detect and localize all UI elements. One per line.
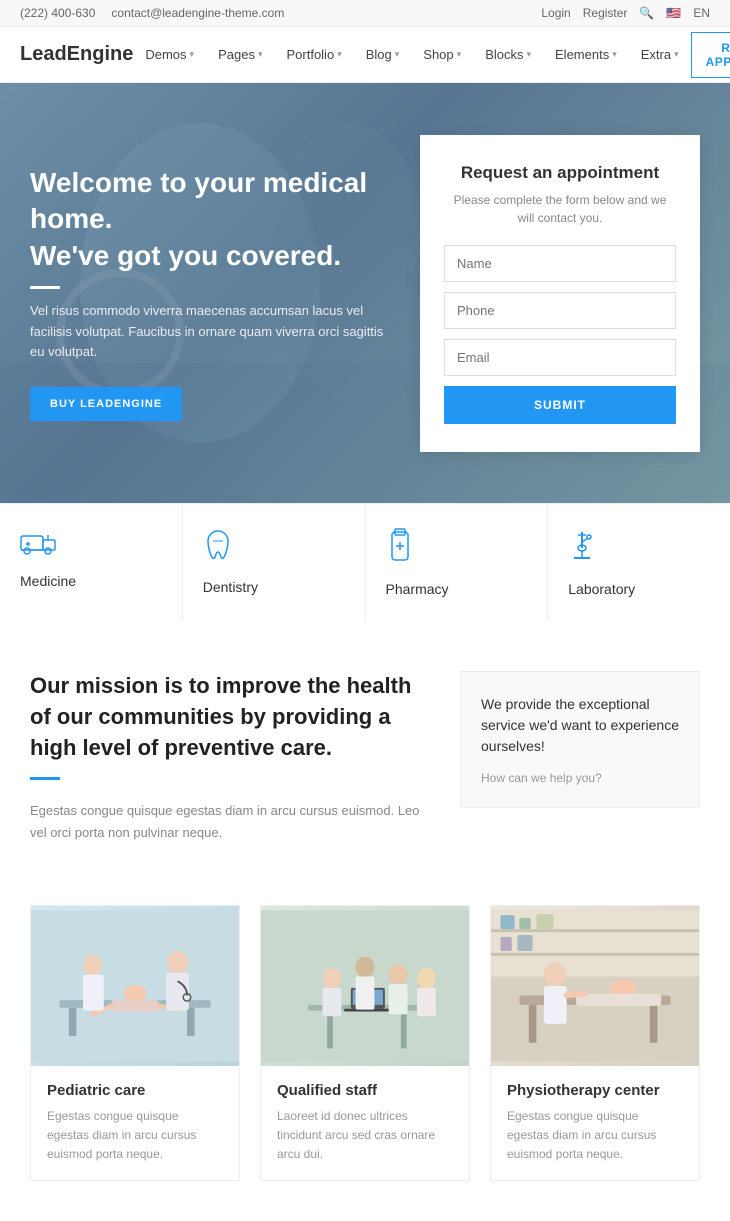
service-laboratory-label: Laboratory bbox=[568, 581, 635, 597]
login-link[interactable]: Login bbox=[541, 6, 570, 20]
submit-button[interactable]: SUBMIT bbox=[444, 386, 676, 424]
mission-help-link[interactable]: How can we help you? bbox=[481, 771, 602, 785]
microscope-icon bbox=[568, 528, 596, 571]
card-staff-body: Qualified staff Laoreet id donec ultrice… bbox=[261, 1066, 469, 1181]
card-pediatric-body: Pediatric care Egestas congue quisque eg… bbox=[31, 1066, 239, 1181]
appointment-subtitle: Please complete the form below and we wi… bbox=[444, 191, 676, 227]
service-pharmacy[interactable]: Pharmacy bbox=[366, 504, 549, 621]
pharmacy-icon bbox=[386, 528, 414, 571]
email-input[interactable] bbox=[444, 339, 676, 376]
nav-elements[interactable]: Elements ▾ bbox=[543, 27, 629, 83]
nav-blog[interactable]: Blog ▾ bbox=[354, 27, 412, 83]
card-physio-text: Egestas congue quisque egestas diam in a… bbox=[507, 1107, 683, 1165]
hero-divider bbox=[30, 286, 60, 289]
topbar-email: contact@leadengine-theme.com bbox=[111, 6, 284, 20]
mission-left: Our mission is to improve the health of … bbox=[30, 671, 420, 845]
card-pediatric[interactable]: Pediatric care Egestas congue quisque eg… bbox=[30, 905, 240, 1182]
logo[interactable]: LeadEngine bbox=[20, 43, 133, 66]
card-physio[interactable]: Physiotherapy center Egestas congue quis… bbox=[490, 905, 700, 1182]
tooth-icon bbox=[203, 528, 233, 569]
hero-section: Welcome to your medical home.We've got y… bbox=[0, 83, 730, 503]
service-medicine-label: Medicine bbox=[20, 573, 76, 589]
ambulance-icon bbox=[20, 528, 56, 563]
card-staff[interactable]: Qualified staff Laoreet id donec ultrice… bbox=[260, 905, 470, 1182]
service-laboratory[interactable]: Laboratory bbox=[548, 504, 730, 621]
appointment-form: Request an appointment Please complete t… bbox=[420, 135, 700, 452]
nav-portfolio[interactable]: Portfolio ▾ bbox=[274, 27, 353, 83]
buy-leadengine-button[interactable]: BUY LEADENGINE bbox=[30, 387, 182, 421]
card-physio-image bbox=[491, 906, 699, 1066]
hero-content: Welcome to your medical home.We've got y… bbox=[0, 115, 420, 472]
mission-right: We provide the exceptional service we'd … bbox=[460, 671, 700, 808]
nav-demos[interactable]: Demos ▾ bbox=[133, 27, 206, 83]
hero-text: Vel risus commodo viverra maecenas accum… bbox=[30, 301, 390, 363]
nav-pages[interactable]: Pages ▾ bbox=[206, 27, 274, 83]
card-physio-body: Physiotherapy center Egestas congue quis… bbox=[491, 1066, 699, 1181]
topbar-actions: Login Register 🔍 🇺🇸 EN bbox=[541, 6, 710, 20]
card-staff-title: Qualified staff bbox=[277, 1082, 453, 1099]
chevron-down-icon: ▾ bbox=[526, 49, 531, 60]
card-physio-title: Physiotherapy center bbox=[507, 1082, 683, 1099]
flag-icon: 🇺🇸 bbox=[666, 6, 681, 20]
chevron-down-icon: ▾ bbox=[674, 49, 679, 60]
card-staff-image bbox=[261, 906, 469, 1066]
service-medicine[interactable]: Medicine bbox=[0, 504, 183, 621]
name-input[interactable] bbox=[444, 245, 676, 282]
card-pediatric-image bbox=[31, 906, 239, 1066]
card-pediatric-title: Pediatric care bbox=[47, 1082, 223, 1099]
mission-section: Our mission is to improve the health of … bbox=[0, 621, 730, 895]
main-nav: Demos ▾ Pages ▾ Portfolio ▾ Blog ▾ Shop … bbox=[133, 27, 690, 83]
register-link[interactable]: Register bbox=[583, 6, 628, 20]
search-icon[interactable]: 🔍 bbox=[639, 6, 654, 20]
nav-extra[interactable]: Extra ▾ bbox=[629, 27, 691, 83]
chevron-down-icon: ▾ bbox=[258, 49, 263, 60]
service-dentistry[interactable]: Dentistry bbox=[183, 504, 366, 621]
nav-shop[interactable]: Shop ▾ bbox=[411, 27, 473, 83]
appointment-fields: SUBMIT bbox=[444, 245, 676, 424]
phone-input[interactable] bbox=[444, 292, 676, 329]
chevron-down-icon: ▾ bbox=[612, 49, 617, 60]
topbar-contact: (222) 400-630 contact@leadengine-theme.c… bbox=[20, 6, 284, 20]
mission-text: Egestas congue quisque egestas diam in a… bbox=[30, 800, 420, 844]
mission-title: Our mission is to improve the health of … bbox=[30, 671, 420, 763]
nav-blocks[interactable]: Blocks ▾ bbox=[473, 27, 543, 83]
topbar-phone: (222) 400-630 bbox=[20, 6, 95, 20]
cards-section: Pediatric care Egestas congue quisque eg… bbox=[0, 895, 730, 1221]
chevron-down-icon: ▾ bbox=[457, 49, 462, 60]
header: LeadEngine Demos ▾ Pages ▾ Portfolio ▾ B… bbox=[0, 27, 730, 83]
service-dentistry-label: Dentistry bbox=[203, 579, 258, 595]
chevron-down-icon: ▾ bbox=[337, 49, 342, 60]
lang-label[interactable]: EN bbox=[693, 6, 710, 20]
hero-title: Welcome to your medical home.We've got y… bbox=[30, 165, 390, 274]
services-bar: Medicine Dentistry Pharmacy bbox=[0, 503, 730, 621]
topbar: (222) 400-630 contact@leadengine-theme.c… bbox=[0, 0, 730, 27]
chevron-down-icon: ▾ bbox=[190, 49, 195, 60]
mission-divider bbox=[30, 777, 60, 780]
service-pharmacy-label: Pharmacy bbox=[386, 581, 449, 597]
chevron-down-icon: ▾ bbox=[395, 49, 400, 60]
mission-right-title: We provide the exceptional service we'd … bbox=[481, 694, 679, 757]
card-staff-text: Laoreet id donec ultrices tincidunt arcu… bbox=[277, 1107, 453, 1165]
appointment-title: Request an appointment bbox=[444, 163, 676, 183]
card-pediatric-text: Egestas congue quisque egestas diam in a… bbox=[47, 1107, 223, 1165]
request-appointment-button[interactable]: REQUEST APPOINTMENT bbox=[691, 32, 730, 78]
